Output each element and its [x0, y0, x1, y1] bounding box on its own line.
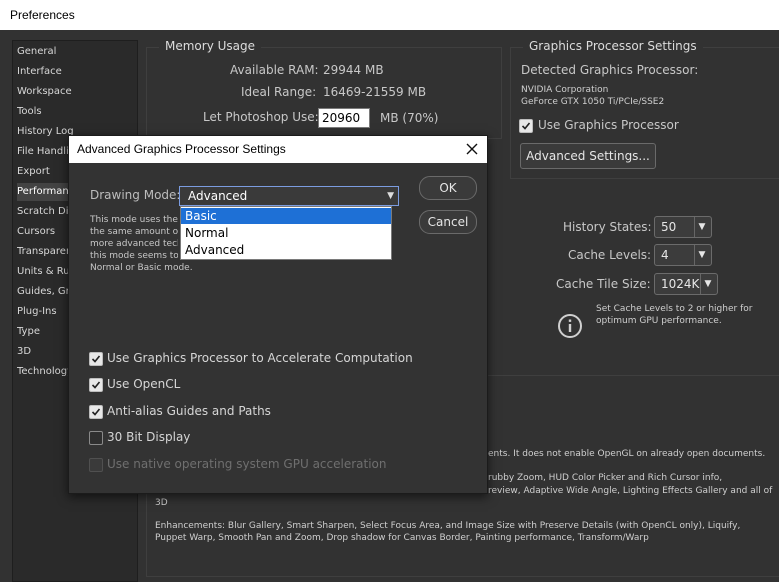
sidebar-item-interface[interactable]: Interface: [17, 63, 135, 81]
detected-gpu-label: Detected Graphics Processor:: [521, 63, 699, 77]
checkmark-icon: [91, 381, 101, 389]
native-gpu-acceleration-label: Use native operating system GPU accelera…: [107, 457, 387, 471]
drawing-mode-label: Drawing Mode:: [90, 188, 181, 202]
native-gpu-acceleration-checkbox: [89, 458, 103, 472]
enhancements-line1: Enhancements: Blur Gallery, Smart Sharpe…: [155, 521, 741, 531]
enhancements-line2: Puppet Warp, Smooth Pan and Zoom, Drop s…: [155, 533, 649, 543]
gpu-settings-title: Graphics Processor Settings: [523, 39, 703, 53]
checkmark-icon: [91, 355, 101, 363]
cache-tile-size-label: Cache Tile Size:: [556, 277, 651, 291]
description-line1: ents. It does not enable OpenGL on alrea…: [488, 449, 766, 459]
history-states-select[interactable]: 50 ▼: [654, 216, 712, 238]
memory-usage-input[interactable]: 20960: [318, 108, 370, 128]
use-gpu-label: Use Graphics Processor: [538, 118, 679, 132]
drawing-mode-value: Advanced: [188, 189, 248, 203]
cache-hint-line2: optimum GPU performance.: [596, 316, 722, 326]
sidebar-item-workspace[interactable]: Workspace: [17, 83, 135, 101]
cache-tile-size-select[interactable]: 1024K ▼: [654, 273, 718, 295]
checkmark-icon: [91, 408, 101, 416]
ideal-range-label: Ideal Range:: [241, 85, 317, 99]
gpu-vendor: NVIDIA Corporation: [521, 85, 609, 95]
anti-alias-guides-checkbox[interactable]: [89, 405, 103, 419]
cache-levels-select[interactable]: 4 ▼: [654, 244, 712, 266]
cache-tile-size-value: 1024K: [661, 277, 700, 291]
checkmark-icon: [521, 122, 531, 130]
use-opencl-checkbox[interactable]: [89, 378, 103, 392]
use-gpu-checkbox[interactable]: [519, 119, 533, 133]
drawing-mode-options: Basic Normal Advanced: [180, 206, 392, 260]
memory-percent-label: MB (70%): [380, 111, 439, 125]
mode-description-line2: the same amount of: [90, 227, 178, 237]
available-ram-value: 29944 MB: [323, 63, 384, 77]
description-line4: 3D: [155, 498, 168, 508]
history-states-value: 50: [661, 220, 677, 234]
available-ram-label: Available RAM:: [230, 63, 319, 77]
ideal-range-value: 16469-21559 MB: [323, 85, 427, 99]
mode-description-line1: This mode uses the: [90, 215, 178, 225]
30-bit-display-label: 30 Bit Display: [107, 430, 191, 444]
ok-button[interactable]: OK: [419, 176, 477, 200]
chevron-down-icon: ▼: [694, 217, 709, 237]
cache-hint-line1: Set Cache Levels to 2 or higher for: [596, 304, 753, 314]
dialog-titlebar: Advanced Graphics Processor Settings: [69, 136, 487, 163]
sidebar-item-general[interactable]: General: [17, 43, 135, 61]
option-basic[interactable]: Basic: [181, 208, 391, 224]
anti-alias-guides-label: Anti-alias Guides and Paths: [107, 404, 271, 418]
let-photoshop-use-label: Let Photoshop Use:: [203, 110, 319, 124]
window-title: Preferences: [10, 8, 75, 22]
accelerate-computation-label: Use Graphics Processor to Accelerate Com…: [107, 351, 413, 365]
cache-levels-value: 4: [661, 248, 669, 262]
gpu-model: GeForce GTX 1050 Ti/PCIe/SSE2: [521, 97, 665, 107]
sidebar-item-tools[interactable]: Tools: [17, 103, 135, 121]
30-bit-display-checkbox[interactable]: [89, 431, 103, 445]
drawing-mode-select[interactable]: Advanced ▼: [179, 186, 399, 206]
use-opencl-label: Use OpenCL: [107, 377, 181, 391]
dialog-title: Advanced Graphics Processor Settings: [77, 142, 286, 156]
option-normal[interactable]: Normal: [181, 225, 391, 241]
description-line2: rubby Zoom, HUD Color Picker and Rich Cu…: [488, 473, 723, 483]
close-icon[interactable]: [463, 140, 481, 158]
history-states-label: History States:: [563, 220, 652, 234]
option-advanced[interactable]: Advanced: [181, 242, 391, 258]
description-line3: review, Adaptive Wide Angle, Lighting Ef…: [488, 486, 773, 496]
chevron-down-icon: ▼: [387, 191, 394, 201]
mode-description-line3: more advanced tech: [90, 239, 178, 249]
accelerate-computation-checkbox[interactable]: [89, 352, 103, 366]
advanced-settings-button[interactable]: Advanced Settings...: [520, 143, 656, 169]
cancel-button[interactable]: Cancel: [419, 210, 477, 234]
mode-description-line5: Normal or Basic mode.: [90, 263, 193, 273]
chevron-down-icon: ▼: [700, 274, 715, 294]
window-titlebar: Preferences: [0, 0, 779, 30]
chevron-down-icon: ▼: [694, 245, 709, 265]
advanced-gpu-settings-dialog: Advanced Graphics Processor Settings Dra…: [68, 135, 488, 494]
cache-levels-label: Cache Levels:: [568, 248, 652, 262]
mode-description-line4: this mode seems to: [90, 251, 178, 261]
info-icon: [557, 313, 583, 339]
memory-usage-title: Memory Usage: [159, 39, 262, 53]
